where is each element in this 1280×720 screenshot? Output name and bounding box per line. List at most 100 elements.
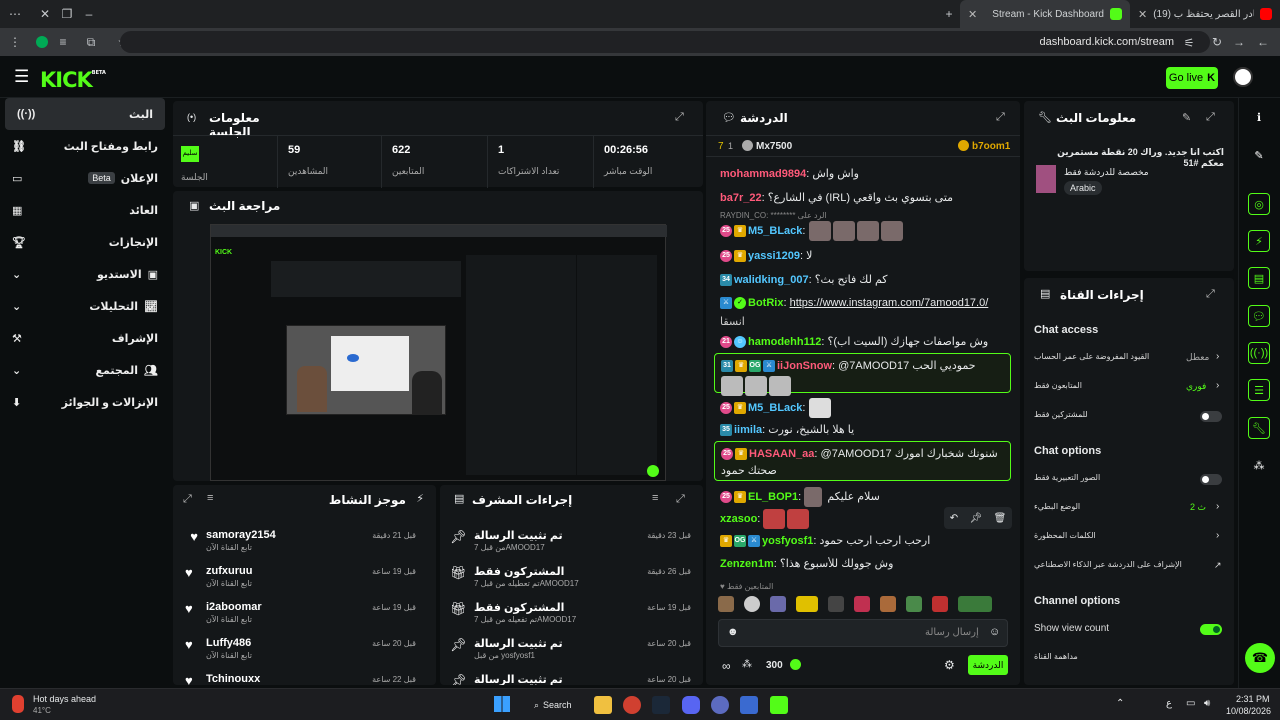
weather-title[interactable]: Hot days ahead xyxy=(33,694,96,704)
list-item[interactable]: ♥ Luffy486 تابع القناة الآن قبل 20 ساعة xyxy=(173,631,436,667)
chat-username[interactable]: hamodehh112 xyxy=(748,336,821,348)
close-window-icon[interactable]: ✕ xyxy=(34,7,56,21)
emote[interactable] xyxy=(958,596,992,612)
list-item[interactable]: ♥ Tchinouxx قبل 22 ساعة xyxy=(173,667,436,685)
chat-username[interactable]: walidking_007 xyxy=(734,274,809,286)
list-item[interactable]: ♥ samoray2154 تابع القناة الآن قبل 21 دق… xyxy=(173,523,436,559)
infinity-icon[interactable]: ∞ xyxy=(722,659,731,673)
kick-app-icon[interactable] xyxy=(770,696,788,714)
emote-only-toggle[interactable] xyxy=(1200,474,1222,485)
minimize-window-icon[interactable]: – xyxy=(78,7,100,21)
chat-message[interactable]: 34 walidking_007: كم لك فاتح بث؟ xyxy=(720,273,1006,287)
profile-icon[interactable] xyxy=(36,36,48,48)
chat-message[interactable]: mohammad9894: واش واش xyxy=(720,167,1006,180)
widgets-icon[interactable]: ⁂ xyxy=(1248,454,1270,476)
chat-username[interactable]: xzasoo xyxy=(720,513,757,525)
chat-message[interactable]: 35 iimila: يا هلا بالشيخ، نورت xyxy=(720,423,1006,437)
chat-message[interactable]: ba7r_22: في الشارع؟ (IRL) متى بتسوي بث و… xyxy=(720,191,1006,204)
steam-icon[interactable] xyxy=(652,696,670,714)
chat-username[interactable]: yosfyosf1 xyxy=(762,535,813,547)
chat-username[interactable]: yassi1209 xyxy=(748,250,800,262)
chat-username[interactable]: BotRix xyxy=(748,297,783,309)
chat-message[interactable]: 25 ♛ yassi1209: لا xyxy=(720,249,1006,263)
category-thumbnail[interactable] xyxy=(1036,165,1056,193)
clock-time[interactable]: 2:31 PM xyxy=(1236,694,1270,704)
list-item[interactable]: ♥ zufxuruu تابع القناة الآن قبل 19 ساعة xyxy=(173,559,436,595)
subscribers-only-toggle[interactable] xyxy=(1200,411,1222,422)
sidebar-item-drops[interactable]: ⬇ الإنزالات و الجوائز xyxy=(0,386,170,418)
dd-app-icon[interactable] xyxy=(711,696,729,714)
sidebar-item-revenue[interactable]: ▦ العائد xyxy=(0,194,170,226)
emote[interactable] xyxy=(718,596,734,612)
close-tab-icon[interactable]: ✕ xyxy=(968,8,977,21)
chat-top-user[interactable]: b7oom1 xyxy=(972,141,1010,152)
send-chat-button[interactable]: الدردشة xyxy=(968,655,1008,675)
chat-username[interactable]: HASAAN_aa xyxy=(749,448,814,460)
target-icon[interactable]: ◎ xyxy=(1248,193,1270,215)
stream-category[interactable]: مخصصة للدردشة فقط xyxy=(1064,167,1149,178)
sidebar-item-stream-key[interactable]: ⛓ رابط ومفتاح البث xyxy=(0,130,170,162)
hamburger-menu-icon[interactable]: ☰ xyxy=(14,67,29,87)
emote[interactable] xyxy=(906,596,922,612)
chat-input[interactable]: ☻ إرسال رسالة ☺ xyxy=(718,619,1008,647)
setting-followers-only[interactable]: فوري المتابعون فقط › xyxy=(1034,380,1224,397)
reload-icon[interactable]: ↻ xyxy=(1206,35,1228,49)
discord-icon[interactable] xyxy=(682,696,700,714)
reading-list-icon[interactable]: ≡ xyxy=(52,35,74,49)
list-item[interactable]: 🎁︎ المشتركون فقط تم تفعيله من قبل 7AMOOD… xyxy=(440,595,703,631)
chat-username[interactable]: iiJonSnow xyxy=(777,360,832,372)
highlighted-message[interactable]: 31 ♛ OG ⚔ iiJonSnow: @7AMOOD17 حموديي الحب xyxy=(714,353,1011,396)
wrench-icon[interactable]: 🔧︎ xyxy=(1248,417,1270,439)
stream-tag[interactable]: Arabic xyxy=(1064,181,1102,195)
support-button[interactable]: ☎ xyxy=(1245,643,1275,673)
broadcast-icon[interactable]: ((·)) xyxy=(1248,342,1270,364)
kick-logo[interactable]: KICKBETA xyxy=(40,68,106,92)
setting-account-age[interactable]: معطل القيود المفروضة على عمر الحساب › xyxy=(1034,351,1224,368)
chat-link[interactable]: https://www.instagram.com/7amood17.0/ xyxy=(790,297,989,309)
url-field[interactable]: dashboard.kick.com/stream xyxy=(120,31,1210,53)
highlighted-message[interactable]: 25 ♛ HASAAN_aa: @7AMOOD17 شنونك شخبارك امو… xyxy=(714,441,1011,481)
emote[interactable] xyxy=(880,596,896,612)
list-item[interactable]: 📌︎ تم تثبيت الرسالة من قبل 7AMOOD17 قبل … xyxy=(440,523,703,559)
app-icon[interactable] xyxy=(740,696,758,714)
list-icon[interactable]: ▤ xyxy=(1248,267,1270,289)
popout-icon[interactable]: ⤢ xyxy=(183,493,192,506)
chat-username[interactable]: iimila xyxy=(734,424,762,436)
sidebar-item-ads[interactable]: ▭ Beta الإعلان xyxy=(0,162,170,194)
sidebar-item-moderation[interactable]: ⚒ الإشراف xyxy=(0,322,170,354)
tab-kick-dashboard[interactable]: ✕ Stream - Kick Dashboard xyxy=(960,0,1130,28)
chat-message[interactable]: 25 ♛ M5_BLack: xyxy=(720,221,1006,243)
sidebar-item-achievements[interactable]: 🏆︎ الإنجازات xyxy=(0,226,170,258)
back-icon[interactable]: ← xyxy=(1252,35,1274,49)
tray-chevron-icon[interactable]: ⌃ xyxy=(1116,698,1124,709)
popout-icon[interactable]: ⤢ xyxy=(996,111,1005,124)
avatar[interactable] xyxy=(1233,67,1253,87)
chat-top-user[interactable]: Mx7500 xyxy=(756,141,792,152)
chat-message[interactable]: 25 ♛ M5_BLack: xyxy=(720,398,1006,420)
new-tab-icon[interactable]: + xyxy=(938,7,960,21)
chat-username[interactable]: Zenzen1m xyxy=(720,558,774,570)
setting-subscribers-only[interactable]: للمشتركين فقط xyxy=(1034,410,1224,426)
setting-banned-words[interactable]: الكلمات المحظورة › xyxy=(1034,530,1224,547)
home-icon[interactable] xyxy=(594,696,612,714)
network-icon[interactable]: ▭ xyxy=(1186,698,1195,709)
settings-gear-icon[interactable]: ⚙ xyxy=(944,658,955,672)
pin-icon[interactable]: 📌︎ xyxy=(969,513,982,524)
show-view-count-toggle[interactable] xyxy=(1200,624,1222,635)
popout-icon[interactable]: ⤢ xyxy=(1206,288,1215,301)
chat-icon[interactable]: 💬︎ xyxy=(1248,305,1270,327)
emote[interactable] xyxy=(796,596,818,612)
menu-dots-icon[interactable]: ⋯ xyxy=(4,7,26,21)
panels-icon[interactable]: ☰ xyxy=(1248,379,1270,401)
list-item[interactable]: ♥ i2aboomar تابع القناة الآن قبل 19 ساعة xyxy=(173,595,436,631)
tab-youtube[interactable]: ✕ (19) آخر من يغادر القصر يحتفظ ب xyxy=(1130,0,1280,28)
setting-raid[interactable]: مداهمة القناة xyxy=(1034,652,1224,668)
volume-icon[interactable]: 🔊︎ xyxy=(1204,698,1210,709)
chat-message[interactable]: 21 ☺ hamodehh112: وش مواصفات جهازك (السيت … xyxy=(720,335,1006,349)
language-indicator[interactable]: ع xyxy=(1166,698,1172,709)
list-item[interactable]: 📌︎ تم تثبيت الرسالة قبل 20 ساعة xyxy=(440,667,703,685)
chat-username[interactable]: M5_BLack xyxy=(748,225,802,237)
chrome-icon[interactable] xyxy=(623,696,641,714)
more-menu-icon[interactable]: ⋮ xyxy=(4,35,26,49)
restore-window-icon[interactable]: ❐ xyxy=(56,7,78,21)
